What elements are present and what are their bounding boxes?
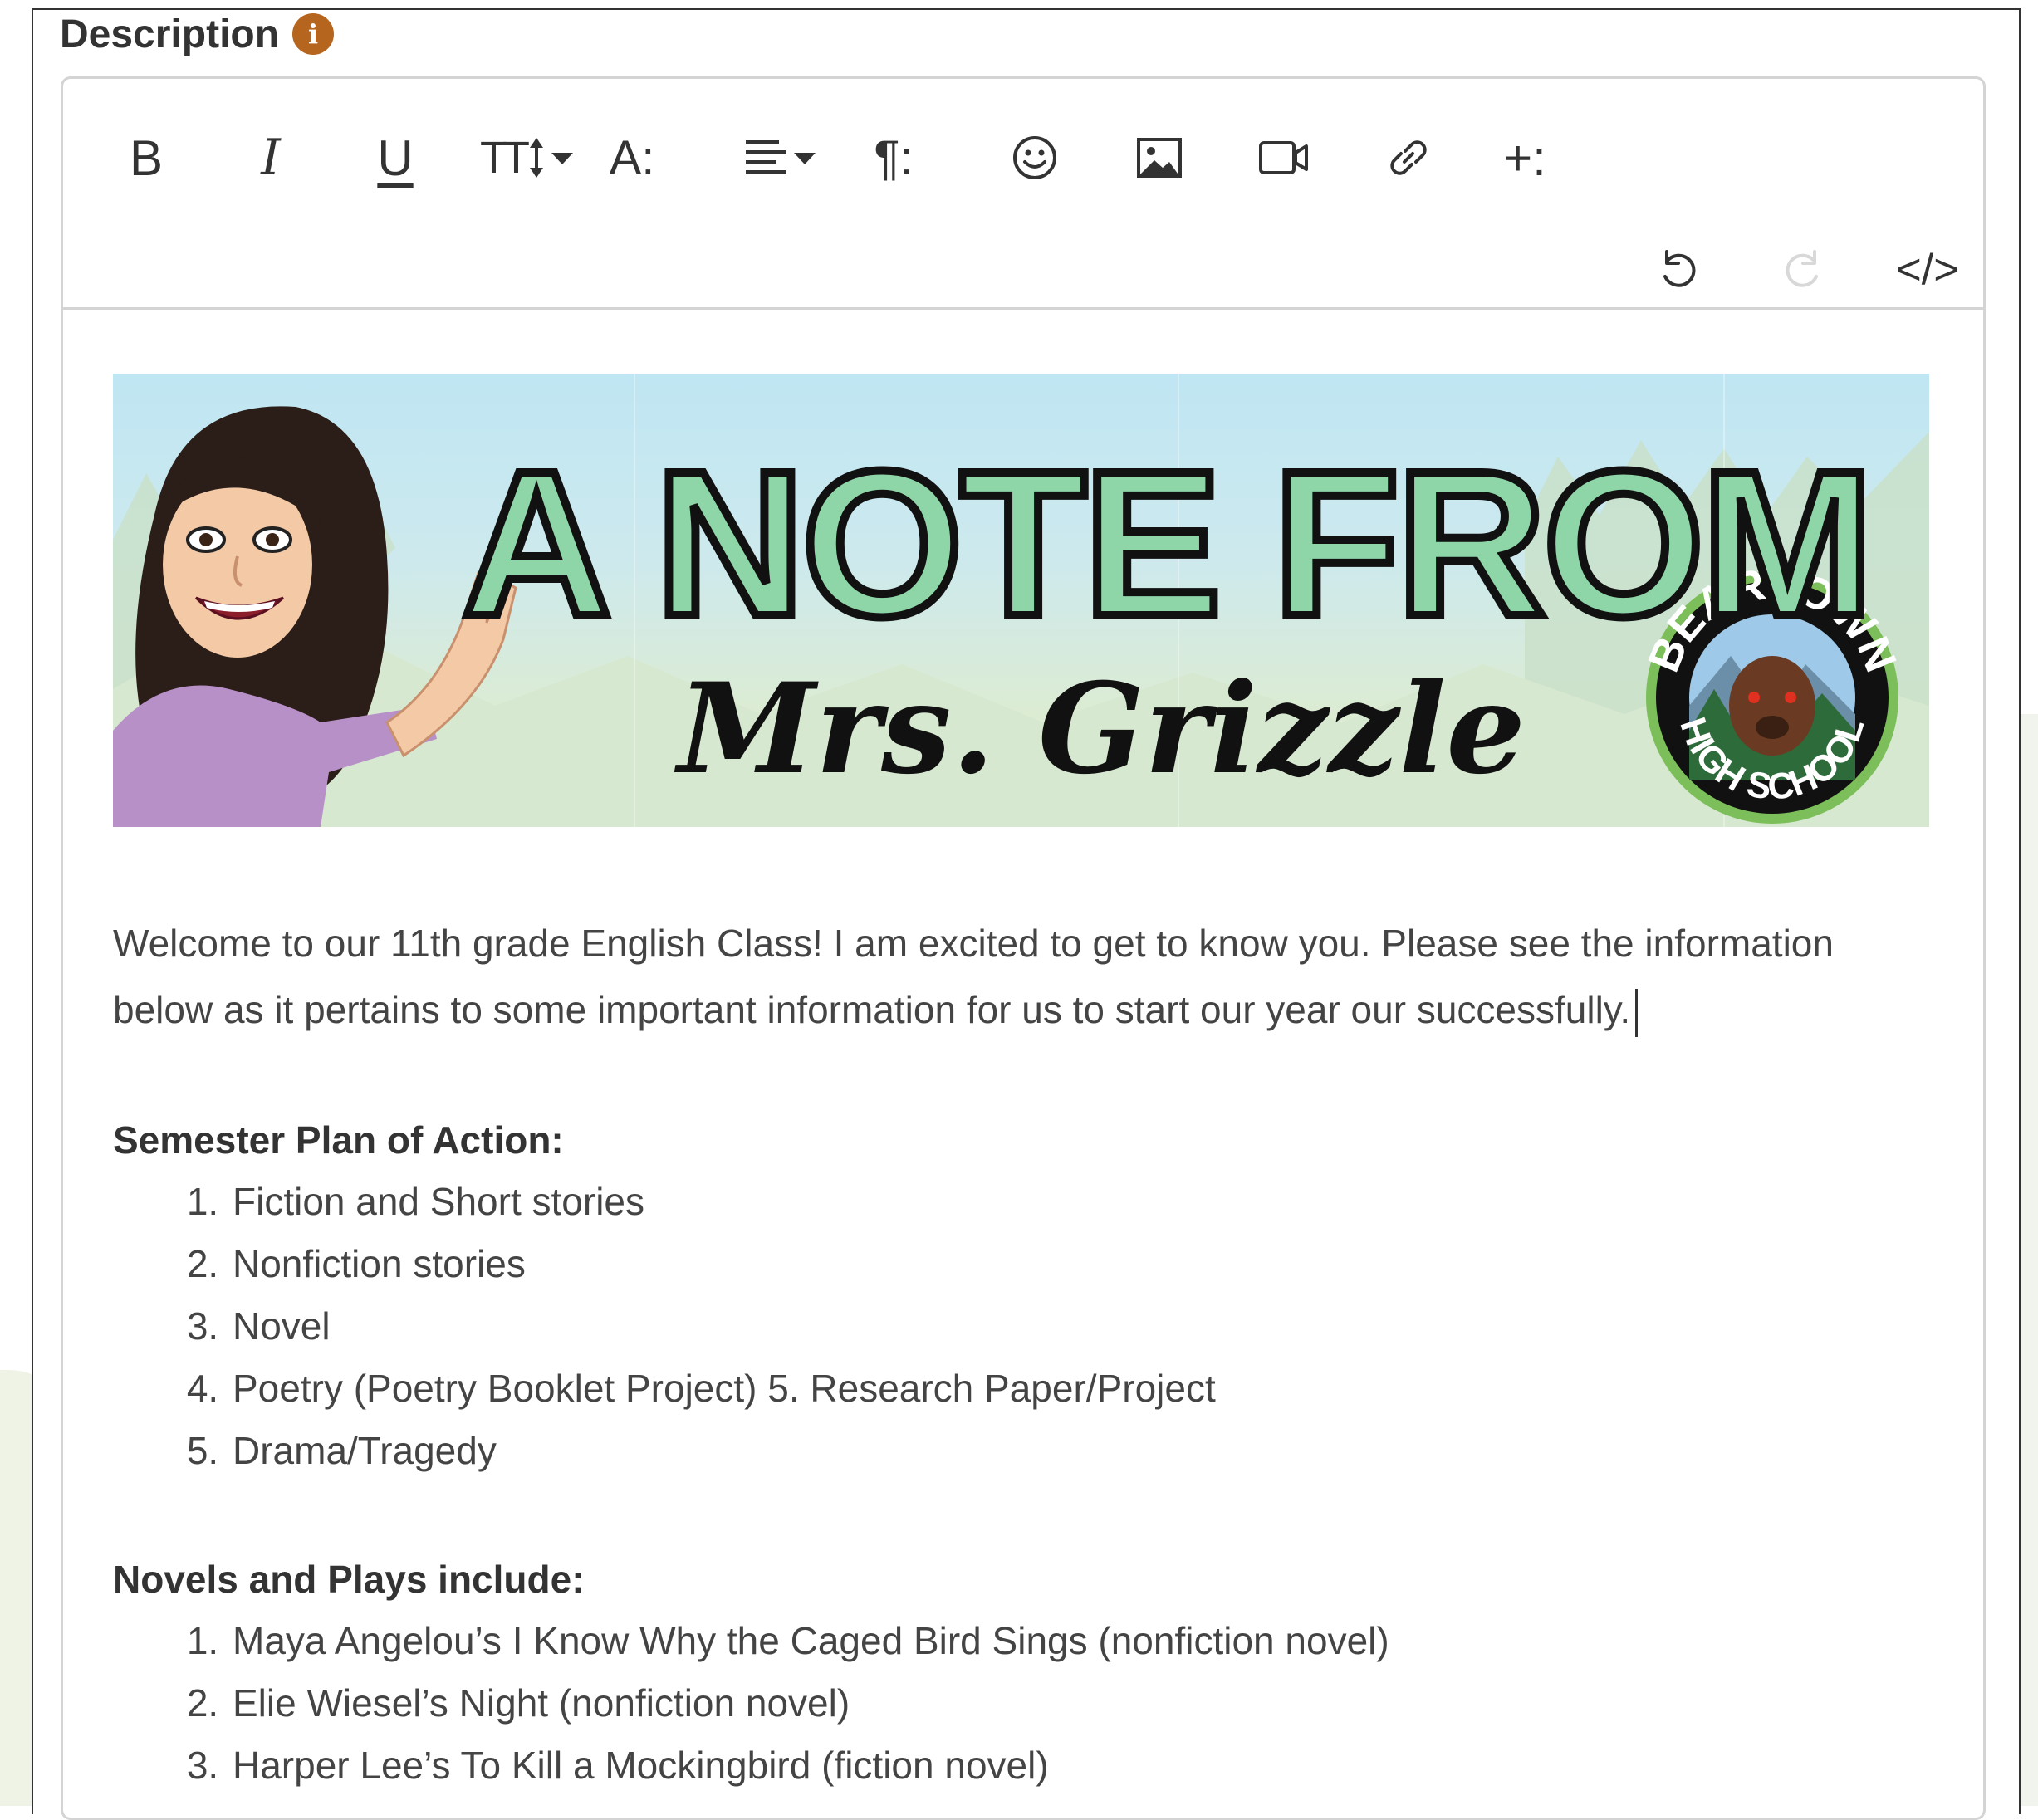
intro-paragraph: Welcome to our 11th grade English Class!…: [113, 910, 1898, 1043]
semester-list: Fiction and Short stories Nonfiction sto…: [113, 1171, 1933, 1482]
insert-video-button[interactable]: [1247, 120, 1321, 195]
image-icon: [1137, 138, 1182, 178]
banner-subtitle: Mrs. Grizzle: [678, 656, 1526, 802]
align-button[interactable]: [732, 120, 831, 195]
paragraph-icon: ¶:: [874, 130, 914, 185]
undo-icon: [1663, 250, 1696, 287]
list-item: Harper Lee’s To Kill a Mockingbird (fict…: [229, 1734, 1933, 1797]
underline-button[interactable]: U: [358, 120, 433, 195]
list-item: Fiction and Short stories: [229, 1171, 1933, 1233]
italic-icon: I: [261, 129, 281, 187]
header-banner-image: BEARTOWN HIGH SCHOOL A NOTE FROM Mrs. Gr…: [113, 374, 1929, 827]
description-label: Description: [60, 12, 280, 56]
text-caret: [1635, 988, 1639, 1037]
list-item: Poetry (Poetry Booklet Project) 5. Resea…: [229, 1358, 1933, 1420]
more-options-button[interactable]: +:: [1475, 120, 1575, 195]
emoji-button[interactable]: [997, 120, 1072, 195]
novels-list: Maya Angelou’s I Know Why the Caged Bird…: [113, 1610, 1933, 1797]
link-icon: [1390, 140, 1427, 175]
undo-button[interactable]: [1641, 232, 1716, 307]
list-item: Maya Angelou’s I Know Why the Caged Bird…: [229, 1610, 1933, 1672]
code-icon: </>: [1896, 246, 1959, 294]
info-icon[interactable]: i: [292, 13, 335, 55]
text-style-icon: A:: [609, 130, 655, 185]
editor-toolbar: B I U TT A: ¶: +: </>: [63, 79, 1983, 310]
redo-button[interactable]: [1766, 232, 1840, 307]
emoji-icon: [1013, 136, 1056, 179]
editor-content[interactable]: BEARTOWN HIGH SCHOOL A NOTE FROM Mrs. Gr…: [113, 374, 1933, 1797]
italic-button[interactable]: I: [233, 120, 308, 195]
banner-title: A NOTE FROM: [458, 428, 1879, 659]
list-item: Drama/Tragedy: [229, 1420, 1933, 1482]
redo-icon: [1786, 250, 1818, 287]
rich-text-editor: B I U TT A: ¶: +: </> BEARTOWN HIGH SCHO…: [61, 76, 1986, 1820]
font-size-button[interactable]: TT: [466, 120, 590, 195]
text-style-button[interactable]: A:: [595, 120, 669, 195]
chevron-down-icon: [551, 153, 573, 164]
list-item: Nonfiction stories: [229, 1233, 1933, 1295]
align-icon: [746, 140, 786, 174]
intro-text: Welcome to our 11th grade English Class!…: [113, 922, 1834, 1031]
underline-icon: U: [377, 130, 414, 186]
font-size-icon: TT: [480, 133, 530, 183]
font-size-arrows-icon: [529, 138, 543, 178]
description-label-row: Description i: [60, 8, 335, 60]
paragraph-button[interactable]: ¶:: [856, 120, 931, 195]
bold-icon: B: [129, 130, 164, 186]
insert-link-button[interactable]: [1371, 120, 1446, 195]
list-item: Elie Wiesel’s Night (nonfiction novel): [229, 1672, 1933, 1734]
insert-image-button[interactable]: [1122, 120, 1197, 195]
list-item: Novel: [229, 1295, 1933, 1358]
bold-button[interactable]: B: [109, 120, 184, 195]
code-view-button[interactable]: </>: [1886, 232, 1969, 307]
semester-heading: Semester Plan of Action:: [113, 1118, 564, 1162]
chevron-down-icon: [794, 153, 816, 164]
novels-heading: Novels and Plays include:: [113, 1558, 585, 1601]
video-icon: [1259, 141, 1308, 174]
more-icon: +:: [1503, 130, 1546, 186]
